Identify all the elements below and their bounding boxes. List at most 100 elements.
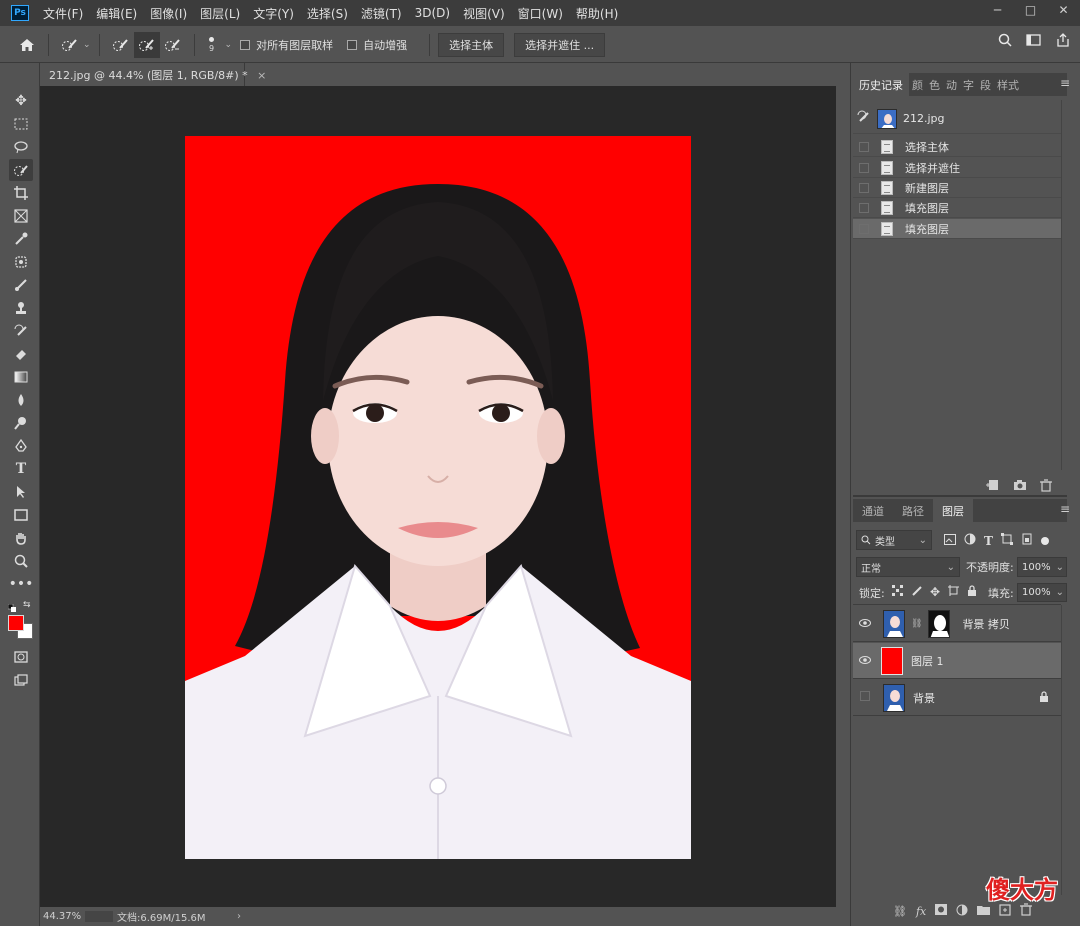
filter-toggle-icon[interactable]	[1040, 536, 1049, 545]
document-tab[interactable]: 212.jpg @ 44.4% (图层 1, RGB/8#) * ×	[40, 63, 266, 86]
clone-stamp-tool-icon[interactable]	[9, 297, 33, 319]
tab-paragraph[interactable]: 段	[977, 73, 994, 96]
history-step[interactable]: 选择并遮住	[853, 158, 1061, 178]
menu-select[interactable]: 选择(S)	[307, 5, 348, 22]
lock-transparent-icon[interactable]	[892, 585, 903, 599]
menu-type[interactable]: 文字(Y)	[253, 5, 294, 22]
brush-size-picker[interactable]: 9	[203, 36, 221, 53]
share-icon[interactable]	[1056, 33, 1070, 50]
smart-object-filter-icon[interactable]	[1021, 533, 1033, 548]
zoom-tool-icon[interactable]	[9, 550, 33, 572]
move-tool-icon[interactable]: ✥	[9, 90, 33, 112]
home-icon[interactable]	[14, 32, 40, 58]
more-tools-icon[interactable]: •••	[9, 573, 34, 595]
marquee-tool-icon[interactable]	[9, 113, 33, 135]
chevron-down-icon[interactable]: ⌄	[83, 40, 91, 50]
zoom-level[interactable]: 44.37%	[40, 911, 85, 922]
fx-icon[interactable]: fx	[916, 905, 926, 918]
adjustment-layer-icon[interactable]	[956, 904, 968, 919]
select-and-mask-button[interactable]: 选择并遮住 ...	[514, 32, 606, 57]
delete-layer-icon[interactable]	[1020, 903, 1033, 919]
camera-icon[interactable]	[1012, 477, 1028, 493]
tab-actions[interactable]: 动	[943, 73, 960, 96]
menu-help[interactable]: 帮助(H)	[576, 5, 618, 22]
close-button[interactable]: ✕	[1047, 0, 1080, 20]
lock-position-icon[interactable]: ✥	[930, 585, 940, 599]
layer-row-background[interactable]: 背景	[853, 680, 1061, 716]
panel-menu-icon[interactable]: ≡	[1060, 76, 1070, 90]
select-subject-button[interactable]: 选择主体	[438, 32, 505, 57]
menu-window[interactable]: 窗口(W)	[518, 5, 563, 22]
healing-brush-tool-icon[interactable]	[9, 251, 33, 273]
layer-filter-select[interactable]: 类型 ⌄	[856, 530, 932, 550]
adjustment-filter-icon[interactable]	[964, 533, 976, 548]
tab-styles[interactable]: 样	[994, 73, 1008, 96]
frame-tool-icon[interactable]	[9, 205, 33, 227]
tab-character[interactable]: 字	[960, 73, 977, 96]
menu-edit[interactable]: 编辑(E)	[96, 5, 137, 22]
auto-enhance-checkbox[interactable]: 自动增强	[347, 37, 407, 53]
fill-input[interactable]: 100% ⌄	[1017, 583, 1067, 602]
screen-mode-icon[interactable]	[9, 669, 33, 691]
pixel-filter-icon[interactable]	[944, 533, 956, 548]
search-icon[interactable]	[998, 33, 1012, 50]
brush-tool-icon[interactable]	[9, 274, 33, 296]
opacity-input[interactable]: 100% ⌄	[1017, 557, 1067, 577]
menu-view[interactable]: 视图(V)	[463, 5, 505, 22]
status-menu-arrow[interactable]: ›	[237, 911, 241, 922]
quick-selection-tool-icon[interactable]	[9, 159, 33, 181]
quick-mask-icon[interactable]	[9, 646, 33, 668]
tab-swatches[interactable]: 颜	[909, 73, 926, 96]
history-step[interactable]: 填充图层	[853, 198, 1061, 218]
visibility-toggle[interactable]	[853, 691, 877, 704]
type-filter-icon[interactable]: T	[984, 534, 993, 548]
lock-brush-icon[interactable]	[911, 585, 922, 599]
new-selection-icon[interactable]	[108, 32, 134, 58]
blend-mode-select[interactable]: 正常 ⌄	[856, 557, 960, 577]
group-folder-icon[interactable]	[977, 904, 991, 918]
shape-filter-icon[interactable]	[1000, 533, 1013, 548]
tab-color[interactable]: 色	[926, 73, 943, 96]
history-step[interactable]: 新建图层	[853, 178, 1061, 198]
tab-channels[interactable]: 通道	[853, 499, 893, 522]
layer-row-layer-1[interactable]: 图层 1	[853, 643, 1061, 679]
new-layer-icon[interactable]	[999, 903, 1011, 919]
eyedropper-tool-icon[interactable]	[9, 228, 33, 250]
menu-image[interactable]: 图像(I)	[150, 5, 187, 22]
eraser-tool-icon[interactable]	[9, 343, 33, 365]
dodge-tool-icon[interactable]	[9, 412, 33, 434]
close-tab-icon[interactable]: ×	[257, 69, 266, 82]
trash-icon[interactable]	[1038, 477, 1054, 493]
layer-row-background-copy[interactable]: ⛓ 背景 拷贝	[853, 606, 1061, 642]
new-document-from-state-icon[interactable]	[985, 477, 1001, 493]
add-mask-icon[interactable]	[935, 904, 948, 918]
subtract-from-selection-icon[interactable]	[160, 32, 186, 58]
default-colors-icon[interactable]	[7, 601, 16, 612]
rectangle-tool-icon[interactable]	[9, 504, 33, 526]
maximize-button[interactable]: □	[1014, 0, 1047, 20]
menu-filter[interactable]: 滤镜(T)	[361, 5, 402, 22]
type-tool-icon[interactable]: T	[9, 458, 33, 480]
chevron-down-icon[interactable]: ⌄	[225, 40, 233, 50]
add-to-selection-icon[interactable]	[133, 31, 160, 58]
blur-tool-icon[interactable]	[9, 389, 33, 411]
checkbox-box[interactable]	[240, 39, 251, 50]
lock-all-icon[interactable]	[967, 585, 977, 599]
layer-mask-thumbnail[interactable]	[928, 609, 951, 638]
hand-tool-icon[interactable]	[9, 527, 33, 549]
link-layers-icon[interactable]: ⛓	[893, 905, 907, 918]
pen-tool-icon[interactable]	[9, 435, 33, 457]
history-snapshot[interactable]: 212.jpg	[853, 104, 1061, 134]
link-icon[interactable]: ⛓	[911, 619, 922, 629]
menu-layer[interactable]: 图层(L)	[200, 5, 240, 22]
gradient-tool-icon[interactable]	[9, 366, 33, 388]
quick-selection-preset-icon[interactable]	[57, 32, 83, 58]
crop-tool-icon[interactable]	[9, 182, 33, 204]
history-brush-tool-icon[interactable]	[9, 320, 33, 342]
checkbox-box[interactable]	[347, 39, 358, 50]
tab-layers[interactable]: 图层	[933, 499, 973, 522]
path-selection-tool-icon[interactable]	[9, 481, 33, 503]
tab-paths[interactable]: 路径	[893, 499, 933, 522]
workspace-icon[interactable]	[1026, 33, 1042, 50]
menu-3d[interactable]: 3D(D)	[415, 6, 450, 20]
